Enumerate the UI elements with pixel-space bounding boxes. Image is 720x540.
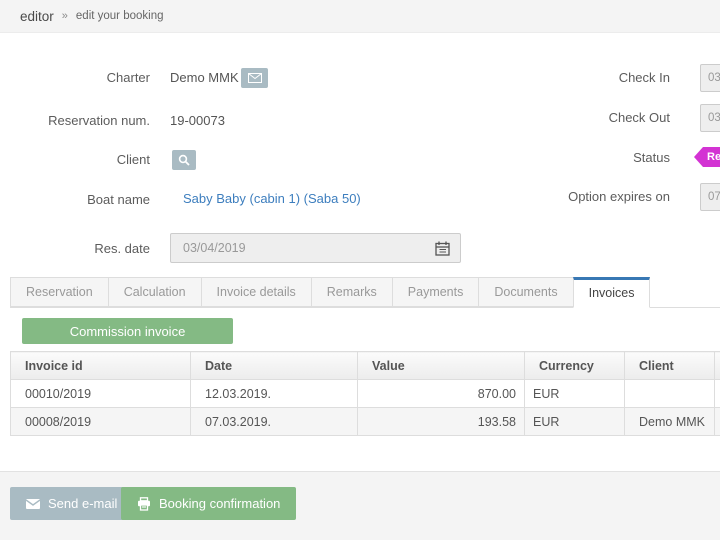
check-in-input[interactable]: 03/1	[700, 64, 720, 92]
tab-payments[interactable]: Payments	[392, 277, 480, 307]
cell-invoice-id: 00008/2019	[11, 408, 191, 436]
check-out-input[interactable]: 03/2	[700, 104, 720, 132]
table-clipped-column	[715, 352, 720, 380]
breadcrumb-page: edit your booking	[76, 10, 164, 22]
tab-reservation[interactable]: Reservation	[10, 277, 109, 307]
printer-icon	[137, 497, 151, 511]
send-email-button[interactable]: Send e-mail	[10, 487, 133, 520]
cell-client: Demo MMK	[625, 408, 715, 436]
charter-email-button[interactable]	[241, 68, 268, 88]
tab-invoice-details[interactable]: Invoice details	[201, 277, 312, 307]
cell-currency: EUR	[525, 380, 625, 408]
option-expires-input[interactable]: 07.0	[700, 183, 720, 211]
cell-invoice-id: 00010/2019	[11, 380, 191, 408]
tab-documents[interactable]: Documents	[478, 277, 573, 307]
cell-date: 07.03.2019.	[191, 408, 358, 436]
cell-date: 12.03.2019.	[191, 380, 358, 408]
commission-invoice-button[interactable]: Commission invoice	[22, 318, 233, 344]
check-in-value: 03/1	[708, 72, 720, 84]
tab-remarks[interactable]: Remarks	[311, 277, 393, 307]
table-header-row: Invoice id Date Value Currency Client	[11, 352, 720, 380]
table-row[interactable]: 00008/2019 07.03.2019. 193.58 EUR Demo M…	[11, 408, 720, 436]
res-date-input[interactable]: 03/04/2019	[170, 233, 461, 263]
column-header-currency[interactable]: Currency	[525, 352, 625, 380]
reservation-num-label: Reservation num.	[0, 113, 150, 129]
column-header-value[interactable]: Value	[358, 352, 525, 380]
tab-calculation[interactable]: Calculation	[108, 277, 202, 307]
breadcrumb: editor » edit your booking	[0, 0, 720, 33]
option-expires-label: Option expires on	[500, 189, 670, 205]
tab-bar: Reservation Calculation Invoice details …	[10, 277, 720, 308]
breadcrumb-section[interactable]: editor	[20, 9, 54, 24]
search-icon	[178, 154, 190, 166]
charter-label: Charter	[0, 70, 150, 86]
check-out-label: Check Out	[500, 110, 670, 126]
table-row[interactable]: 00010/2019 12.03.2019. 870.00 EUR	[11, 380, 720, 408]
column-header-date[interactable]: Date	[191, 352, 358, 380]
res-date-label: Res. date	[0, 241, 150, 257]
client-search-button[interactable]	[172, 150, 196, 170]
option-expires-value: 07.0	[708, 191, 720, 203]
column-header-invoice-id[interactable]: Invoice id	[11, 352, 191, 380]
invoices-table: Invoice id Date Value Currency Client 00…	[10, 351, 720, 436]
res-date-value: 03/04/2019	[183, 241, 246, 255]
send-email-label: Send e-mail	[48, 496, 117, 511]
footer-bar: Send e-mail Booking confirmation	[0, 471, 720, 540]
envelope-icon	[26, 499, 40, 509]
booking-confirmation-label: Booking confirmation	[159, 496, 280, 511]
check-in-label: Check In	[500, 70, 670, 86]
reservation-num-value: 19-00073	[170, 113, 225, 129]
charter-value: Demo MMK	[170, 70, 239, 86]
booking-confirmation-button[interactable]: Booking confirmation	[121, 487, 296, 520]
cell-currency: EUR	[525, 408, 625, 436]
boat-name-link[interactable]: Saby Baby (cabin 1) (Saba 50)	[183, 191, 361, 207]
calendar-icon[interactable]	[435, 241, 450, 256]
envelope-icon	[248, 73, 262, 83]
status-badge: Res	[694, 147, 720, 167]
tab-invoices[interactable]: Invoices	[573, 277, 651, 308]
cell-clipped	[715, 408, 720, 436]
client-label: Client	[0, 152, 150, 168]
cell-clipped	[715, 380, 720, 408]
boat-name-label: Boat name	[0, 192, 150, 208]
column-header-client[interactable]: Client	[625, 352, 715, 380]
breadcrumb-separator: »	[62, 10, 68, 22]
check-out-value: 03/2	[708, 112, 720, 124]
status-label: Status	[500, 150, 670, 166]
cell-value: 870.00	[358, 380, 525, 408]
cell-value: 193.58	[358, 408, 525, 436]
cell-client	[625, 380, 715, 408]
